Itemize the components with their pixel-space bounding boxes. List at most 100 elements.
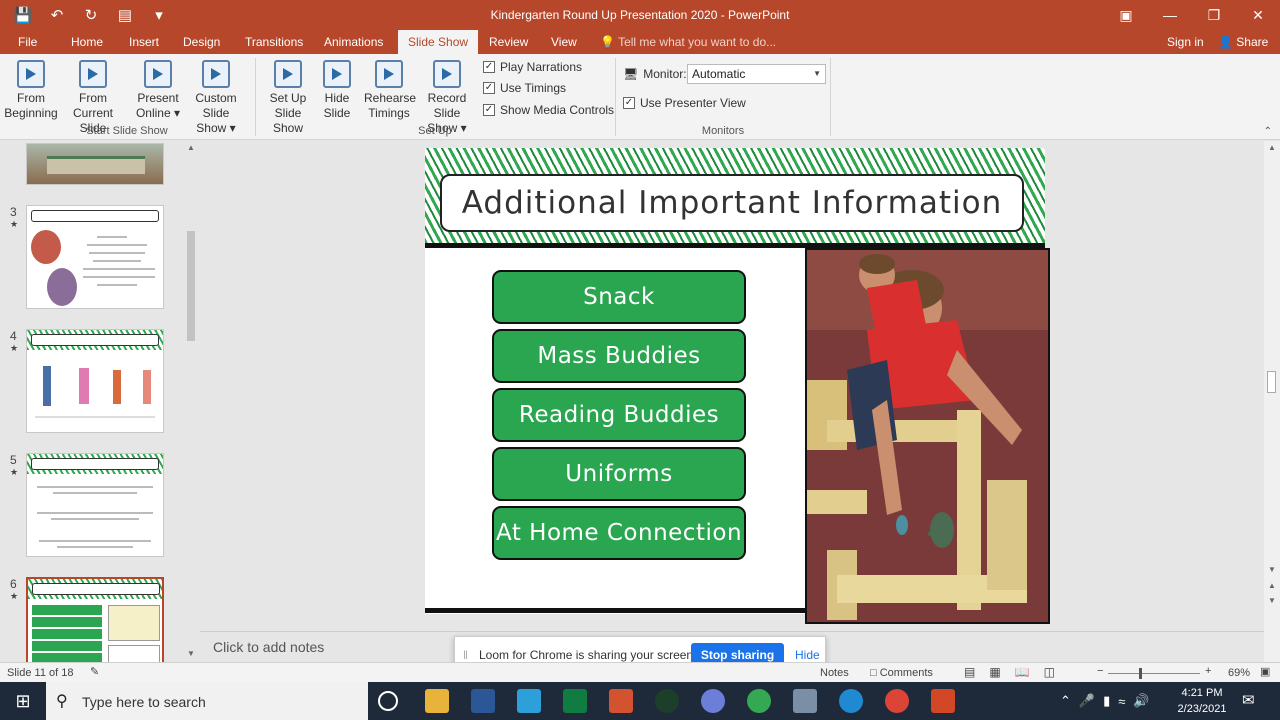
- file-explorer-icon[interactable]: [425, 689, 449, 713]
- fit-to-window-icon[interactable]: ▣: [1260, 665, 1270, 678]
- play-narrations-checkbox[interactable]: ✓ Play Narrations: [483, 60, 582, 74]
- scrollbar-thumb[interactable]: [1267, 371, 1276, 393]
- ribbon-tabs: File Home Insert Design Transitions Anim…: [0, 30, 1280, 54]
- ribbon-display-options-icon[interactable]: ▣: [1104, 0, 1148, 30]
- show-media-controls-checkbox[interactable]: ✓ Show Media Controls: [483, 103, 614, 117]
- collapse-ribbon-icon[interactable]: ⌃: [1264, 126, 1272, 137]
- play-from-start-icon: [17, 60, 45, 88]
- notepad-icon[interactable]: [517, 689, 541, 713]
- slide-sorter-icon[interactable]: ▦: [989, 665, 1000, 679]
- notes-placeholder[interactable]: Click to add notes: [213, 639, 324, 655]
- system-tray: ⌃ 🎤 ▮ ≈ 🔊: [1060, 682, 1150, 720]
- battery-icon[interactable]: ▮: [1103, 693, 1110, 709]
- zoom-slider[interactable]: [1108, 673, 1200, 674]
- slide-thumbnail: [26, 453, 164, 557]
- notification-icon[interactable]: ✉: [1242, 691, 1255, 709]
- scroll-down-icon[interactable]: ▼: [1268, 565, 1276, 574]
- settings-icon[interactable]: [701, 689, 725, 713]
- volume-icon[interactable]: 🔊: [1133, 693, 1149, 709]
- cortana-icon[interactable]: [378, 691, 398, 711]
- windows-taskbar: ⊞ ⚲ Type here to search ⌃ 🎤 ▮ ≈ 🔊 4:21 P…: [0, 682, 1280, 720]
- at-home-connection-button[interactable]: At Home Connection: [492, 506, 746, 560]
- from-beginning-button[interactable]: From Beginning: [4, 60, 58, 121]
- chrome-icon[interactable]: [747, 689, 771, 713]
- hide-button[interactable]: Hide: [795, 648, 820, 662]
- tab-file[interactable]: File: [8, 30, 47, 54]
- chrome-active-icon[interactable]: [885, 689, 909, 713]
- slide-title[interactable]: Additional Important Information: [440, 174, 1024, 232]
- present-online-button[interactable]: Present Online ▾: [134, 60, 182, 121]
- tab-design[interactable]: Design: [173, 30, 230, 54]
- tab-home[interactable]: Home: [61, 30, 113, 54]
- taskbar-search[interactable]: ⚲ Type here to search: [46, 682, 368, 720]
- comments-toggle[interactable]: □ Comments: [870, 667, 933, 679]
- wifi-icon[interactable]: ≈: [1118, 694, 1125, 709]
- person-icon: 👤: [1218, 35, 1237, 49]
- group-label-setup: Set Up: [418, 125, 452, 137]
- paint-icon[interactable]: [609, 689, 633, 713]
- windows-start-icon[interactable]: ⊞: [0, 682, 46, 720]
- app-icon[interactable]: [655, 689, 679, 713]
- slide-scrollbar[interactable]: ▲ ▼ ▲ ▼: [1264, 141, 1280, 662]
- animation-star-icon: ★: [10, 343, 19, 353]
- tab-review[interactable]: Review: [479, 30, 538, 54]
- snack-button[interactable]: Snack: [492, 270, 746, 324]
- slide-show-view-icon[interactable]: ◫: [1044, 665, 1055, 679]
- word-icon[interactable]: [471, 689, 495, 713]
- children-playing-photo[interactable]: [805, 248, 1050, 624]
- chevron-up-icon[interactable]: ⌃: [1060, 693, 1071, 709]
- notes-toggle[interactable]: Notes: [820, 667, 849, 679]
- hide-slide-button[interactable]: Hide Slide: [320, 60, 354, 121]
- hide-slide-icon: [323, 60, 351, 88]
- scroll-up-icon[interactable]: ▲: [1268, 143, 1276, 152]
- clock[interactable]: 4:21 PM 2/23/2021: [1170, 685, 1234, 717]
- search-icon: ⚲: [56, 693, 68, 710]
- use-timings-checkbox[interactable]: ✓ Use Timings: [483, 81, 566, 95]
- close-button[interactable]: ✕: [1236, 0, 1280, 30]
- scroll-up-icon[interactable]: ▲: [187, 143, 195, 152]
- previous-slide-icon[interactable]: ▲: [1268, 581, 1276, 590]
- edge-icon[interactable]: [839, 689, 863, 713]
- tab-slide-show[interactable]: Slide Show: [398, 30, 479, 54]
- minimize-button[interactable]: —: [1148, 0, 1192, 30]
- zoom-slider-thumb[interactable]: [1139, 668, 1142, 679]
- scrollbar-thumb[interactable]: [187, 231, 195, 341]
- microphone-icon[interactable]: 🎤: [1079, 693, 1095, 709]
- mass-buddies-button[interactable]: Mass Buddies: [492, 329, 746, 383]
- zoom-in-icon[interactable]: +: [1205, 665, 1211, 677]
- tab-view[interactable]: View: [541, 30, 587, 54]
- drag-handle-icon[interactable]: ‖: [463, 648, 468, 662]
- rehearse-timings-button[interactable]: Rehearse Timings: [364, 60, 416, 121]
- tab-insert[interactable]: Insert: [119, 30, 169, 54]
- slide-thumbnail: [26, 205, 164, 309]
- sharing-message: Loom for Chrome is sharing your screen.: [479, 648, 697, 662]
- next-slide-icon[interactable]: ▼: [1268, 596, 1276, 605]
- reading-buddies-button[interactable]: Reading Buddies: [492, 388, 746, 442]
- normal-view-icon[interactable]: ▤: [964, 665, 975, 679]
- zoom-out-icon[interactable]: −: [1097, 665, 1103, 677]
- powerpoint-icon[interactable]: [931, 689, 955, 713]
- tab-transitions[interactable]: Transitions: [235, 30, 313, 54]
- tell-me-search[interactable]: 💡 Tell me what you want to do...: [600, 30, 776, 54]
- present-online-icon: [144, 60, 172, 88]
- restore-button[interactable]: ❐: [1192, 0, 1236, 30]
- slide-thumbnail: [26, 577, 164, 662]
- stopwatch-icon: [375, 60, 403, 88]
- publisher-icon[interactable]: [563, 689, 587, 713]
- camera-icon[interactable]: [793, 689, 817, 713]
- window-title: Kindergarten Round Up Presentation 2020 …: [490, 8, 790, 22]
- reading-view-icon[interactable]: 📖: [1015, 665, 1030, 679]
- zoom-level[interactable]: 69%: [1228, 667, 1250, 679]
- thumbnail-scrollbar[interactable]: ▲ ▼: [184, 141, 198, 662]
- use-presenter-view-checkbox[interactable]: ✓ Use Presenter View: [623, 96, 746, 110]
- spell-check-icon[interactable]: ✎: [90, 665, 99, 678]
- comment-icon: □: [870, 667, 880, 679]
- scroll-down-icon[interactable]: ▼: [187, 649, 195, 658]
- sign-in-link[interactable]: Sign in: [1167, 30, 1204, 54]
- tab-animations[interactable]: Animations: [314, 30, 393, 54]
- set-up-slide-show-button[interactable]: Set Up Slide Show: [259, 60, 317, 136]
- monitor-dropdown[interactable]: Automatic ▼: [687, 64, 826, 84]
- share-button[interactable]: 👤 Share: [1218, 30, 1268, 54]
- uniforms-button[interactable]: Uniforms: [492, 447, 746, 501]
- ribbon: From Beginning From Current Slide Presen…: [0, 54, 1280, 140]
